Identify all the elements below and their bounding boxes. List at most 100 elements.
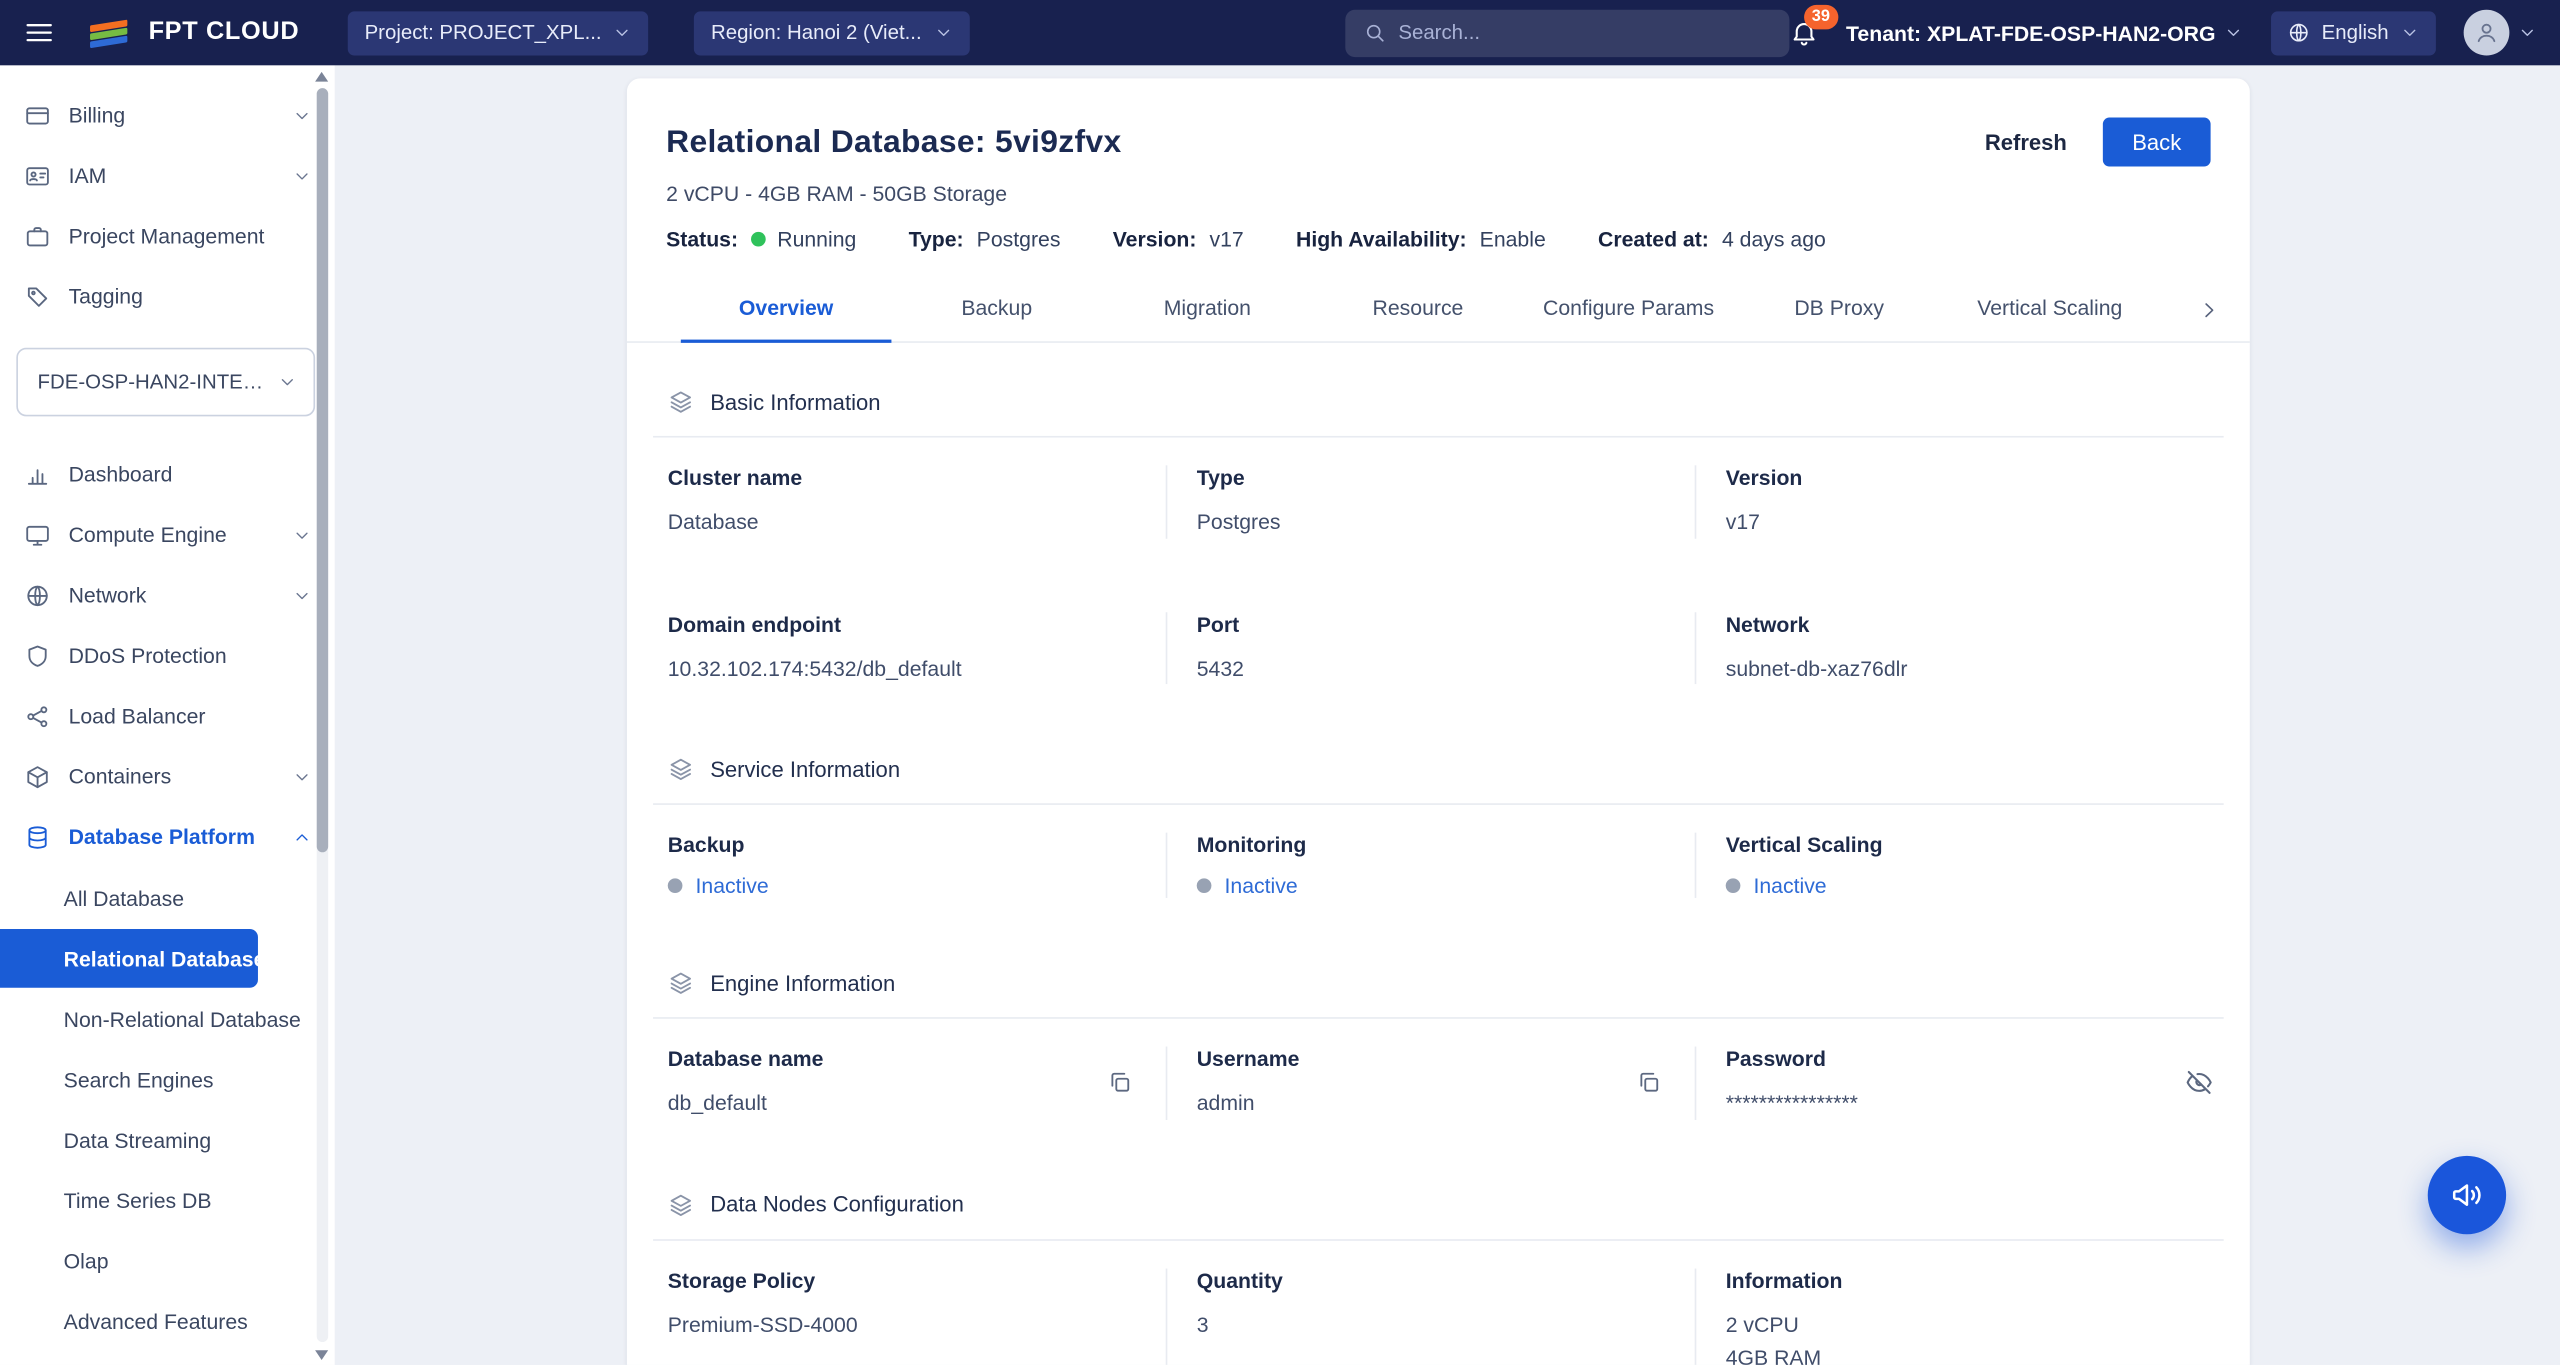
sidebar-item-iam[interactable]: IAM: [0, 145, 335, 205]
copy-database-name-button[interactable]: [1107, 1070, 1133, 1096]
account-menu[interactable]: [2464, 10, 2537, 56]
sidebar-item-dashboard[interactable]: Dashboard: [0, 444, 335, 504]
created-value: 4 days ago: [1722, 227, 1826, 251]
field-backup-status: Backup Inactive: [653, 833, 1166, 898]
tab-overview[interactable]: Overview: [681, 278, 892, 342]
notification-badge: 39: [1804, 5, 1838, 29]
main-content: Relational Database: 5vi9zfvx Refresh Ba…: [335, 65, 2560, 1365]
sidebar-item-ddos-protection[interactable]: DDoS Protection: [0, 625, 335, 685]
field-database-name: Database name db_default: [653, 1047, 1166, 1120]
workspace-select[interactable]: FDE-OSP-HAN2-INTERNA...: [16, 348, 315, 417]
search-input[interactable]: [1398, 21, 1771, 44]
copy-username-button[interactable]: [1636, 1070, 1662, 1096]
sidebar-scroll-up-arrow[interactable]: [315, 72, 328, 82]
sidebar-item-project-management[interactable]: Project Management: [0, 206, 335, 266]
sidebar-item-tagging[interactable]: Tagging: [0, 266, 335, 326]
layers-icon: [668, 1191, 694, 1217]
tenant-label: Tenant: XPLAT-FDE-OSP-HAN2-ORG: [1846, 20, 2215, 44]
sidebar-item-label: Network: [69, 583, 147, 607]
sidebar-item-non-relational-database[interactable]: Non-Relational Database: [0, 989, 335, 1048]
sidebar-item-search-engines[interactable]: Search Engines: [0, 1050, 335, 1109]
sidebar-item-data-streaming[interactable]: Data Streaming: [0, 1110, 335, 1169]
field-network: Network subnet-db-xaz76dlr: [1695, 611, 2224, 684]
brand-logo[interactable]: FPT CLOUD: [85, 15, 299, 51]
sidebar-item-relational-database[interactable]: Relational Database: [0, 929, 258, 988]
project-selector[interactable]: Project: PROJECT_XPL...: [348, 11, 649, 55]
backup-status-link[interactable]: Inactive: [696, 873, 769, 897]
field-value: 3: [1197, 1309, 1666, 1341]
sidebar-item-label: Containers: [69, 764, 172, 788]
sidebar-item-label: IAM: [69, 163, 107, 187]
section-title: Basic Information: [710, 389, 880, 413]
language-label: English: [2322, 21, 2389, 44]
tabs-overflow-button[interactable]: [2191, 291, 2227, 327]
tab-vertical-scaling[interactable]: Vertical Scaling: [1944, 278, 2155, 342]
chevron-down-icon: [292, 525, 312, 545]
compute-engine-icon: [24, 522, 50, 548]
inactive-dot: [1197, 878, 1212, 893]
field-username: Username admin: [1166, 1047, 1695, 1120]
hamburger-menu-icon[interactable]: [23, 16, 56, 49]
project-selector-label: Project: PROJECT_XPL...: [365, 21, 602, 44]
version-value: v17: [1210, 227, 1244, 251]
sidebar-scroll-down-arrow[interactable]: [315, 1350, 328, 1360]
field-label: Port: [1197, 611, 1666, 635]
search-box[interactable]: [1344, 9, 1788, 56]
sidebar-item-all-database[interactable]: All Database: [0, 869, 335, 928]
avatar: [2464, 10, 2510, 56]
tab-label: Backup: [961, 296, 1032, 320]
field-value-line: 4GB RAM: [1726, 1341, 2195, 1364]
sidebar-scrollbar-thumb[interactable]: [317, 88, 328, 852]
sidebar-item-billing[interactable]: Billing: [0, 85, 335, 145]
tab-resource[interactable]: Resource: [1313, 278, 1524, 342]
billing-icon: [24, 102, 50, 128]
region-selector[interactable]: Region: Hanoi 2 (Viet...: [695, 11, 969, 55]
sidebar-item-olap[interactable]: Olap: [0, 1231, 335, 1290]
tab-migration[interactable]: Migration: [1102, 278, 1313, 342]
vertical-scaling-status-link[interactable]: Inactive: [1753, 873, 1826, 897]
refresh-button[interactable]: Refresh: [1985, 130, 2067, 154]
region-selector-label: Region: Hanoi 2 (Viet...: [711, 21, 922, 44]
sidebar-item-time-series-db[interactable]: Time Series DB: [0, 1171, 335, 1230]
load-balancer-icon: [24, 703, 50, 729]
sidebar-item-containers[interactable]: Containers: [0, 746, 335, 806]
tenant-selector[interactable]: Tenant: XPLAT-FDE-OSP-HAN2-ORG: [1846, 20, 2243, 44]
sidebar-item-database-platform[interactable]: Database Platform: [0, 807, 335, 867]
language-selector[interactable]: English: [2271, 11, 2436, 55]
version-label: Version:: [1113, 227, 1197, 251]
card-header: Relational Database: 5vi9zfvx Refresh Ba…: [627, 78, 2250, 251]
section-title: Data Nodes Configuration: [710, 1192, 964, 1216]
announcement-fab[interactable]: [2428, 1156, 2506, 1234]
topbar-right: 39 Tenant: XPLAT-FDE-OSP-HAN2-ORG Englis…: [1789, 10, 2537, 56]
database-detail-card: Relational Database: 5vi9zfvx Refresh Ba…: [627, 78, 2250, 1365]
notifications-button[interactable]: 39: [1789, 18, 1818, 47]
chevron-down-icon: [292, 585, 312, 605]
monitoring-status-link[interactable]: Inactive: [1224, 873, 1297, 897]
tab-content: Basic Information Cluster name Database …: [627, 343, 2250, 1365]
status-value: Running: [777, 227, 856, 251]
field-quantity: Quantity 3: [1166, 1268, 1695, 1365]
toggle-password-visibility-button[interactable]: [2184, 1068, 2213, 1097]
sidebar-item-compute-engine[interactable]: Compute Engine: [0, 504, 335, 564]
sidebar-item-network[interactable]: Network: [0, 565, 335, 625]
sidebar-item-load-balancer[interactable]: Load Balancer: [0, 686, 335, 746]
sidebar-scrollbar[interactable]: [317, 88, 328, 1342]
back-button[interactable]: Back: [2103, 118, 2211, 167]
tab-label: Migration: [1164, 296, 1251, 320]
brand-text: FPT CLOUD: [149, 18, 300, 47]
topbar: FPT CLOUD Project: PROJECT_XPL... Region…: [0, 0, 2560, 65]
tab-configure-params[interactable]: Configure Params: [1523, 278, 1734, 342]
megaphone-icon: [2449, 1177, 2485, 1213]
sidebar: Billing IAM Project Management Tagging F…: [0, 65, 335, 1365]
tab-db-proxy[interactable]: DB Proxy: [1734, 278, 1945, 342]
ha-meta: High Availability: Enable: [1296, 227, 1546, 251]
sidebar-item-advanced-features[interactable]: Advanced Features: [0, 1291, 335, 1350]
chevron-down-icon: [292, 767, 312, 787]
tab-backup[interactable]: Backup: [891, 278, 1102, 342]
version-meta: Version: v17: [1113, 227, 1244, 251]
field-label: Information: [1726, 1268, 2195, 1292]
field-label: Password: [1726, 1047, 2195, 1071]
chevron-down-icon: [2518, 23, 2538, 43]
field-cluster-name: Cluster name Database: [653, 465, 1166, 538]
resource-summary: 2 vCPU - 4GB RAM - 50GB Storage: [666, 181, 2210, 205]
